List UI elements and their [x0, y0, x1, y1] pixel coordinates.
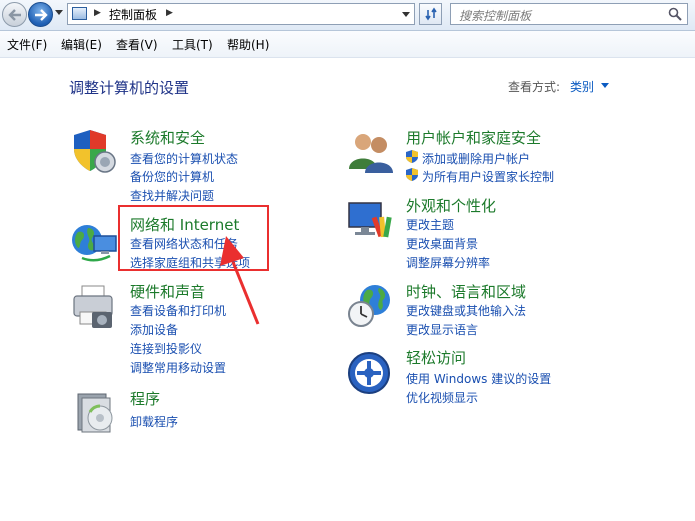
- link-add-device[interactable]: 添加设备: [130, 321, 178, 338]
- users-icon[interactable]: [347, 127, 395, 175]
- link-windows-recommended-settings[interactable]: 使用 Windows 建议的设置: [406, 370, 551, 387]
- link-uninstall-program[interactable]: 卸载程序: [130, 413, 178, 430]
- category-clock-language-title[interactable]: 时钟、语言和区域: [406, 281, 526, 302]
- link-parental-controls[interactable]: 为所有用户设置家长控制: [422, 168, 554, 185]
- view-by-dropdown[interactable]: 类别: [570, 78, 594, 95]
- monitor-palette-icon[interactable]: [347, 197, 395, 245]
- annotation-arrow-icon: [220, 236, 260, 325]
- uac-shield-icon: [406, 150, 418, 163]
- recent-pages-dropdown[interactable]: [55, 10, 63, 15]
- printer-icon[interactable]: [70, 282, 118, 330]
- link-troubleshoot[interactable]: 查找并解决问题: [130, 187, 214, 204]
- link-add-remove-users[interactable]: 添加或删除用户帐户: [422, 150, 530, 167]
- menu-view[interactable]: 查看(V): [116, 36, 158, 53]
- clock-globe-icon[interactable]: [347, 282, 395, 330]
- network-globe-icon[interactable]: [70, 218, 118, 266]
- breadcrumb-separator-icon[interactable]: ▶: [166, 8, 173, 18]
- category-ease-of-access-title[interactable]: 轻松访问: [406, 347, 466, 368]
- search-box[interactable]: 搜索控制面板: [450, 3, 688, 25]
- link-adjust-resolution[interactable]: 调整屏幕分辨率: [406, 254, 490, 271]
- address-dropdown-icon[interactable]: [402, 12, 410, 17]
- address-bar[interactable]: ▶ 控制面板 ▶: [67, 3, 415, 25]
- link-view-computer-status[interactable]: 查看您的计算机状态: [130, 150, 238, 167]
- forward-arrow-icon: [34, 8, 48, 21]
- menu-file[interactable]: 文件(F): [7, 36, 47, 53]
- shield-security-icon[interactable]: [70, 127, 118, 175]
- category-user-accounts-title[interactable]: 用户帐户和家庭安全: [406, 127, 541, 148]
- view-by-label: 查看方式:: [508, 80, 561, 94]
- navigation-bar: ▶ 控制面板 ▶ 搜索控制面板: [0, 0, 695, 31]
- menu-edit[interactable]: 编辑(E): [61, 36, 102, 53]
- link-change-desktop-background[interactable]: 更改桌面背景: [406, 235, 478, 252]
- refresh-icon: [424, 7, 437, 21]
- breadcrumb-separator-icon[interactable]: ▶: [94, 8, 101, 18]
- programs-disc-icon[interactable]: [70, 388, 118, 436]
- search-placeholder: 搜索控制面板: [459, 9, 532, 23]
- link-optimize-display[interactable]: 优化视频显示: [406, 389, 478, 406]
- category-programs-title[interactable]: 程序: [130, 388, 160, 409]
- link-backup-computer[interactable]: 备份您的计算机: [130, 168, 214, 185]
- forward-button[interactable]: [28, 2, 53, 27]
- category-hardware-sound-title[interactable]: 硬件和声音: [130, 281, 205, 302]
- link-mobility-settings[interactable]: 调整常用移动设置: [130, 359, 226, 376]
- menu-tools[interactable]: 工具(T): [172, 36, 213, 53]
- control-panel-icon: [72, 7, 87, 20]
- link-change-display-language[interactable]: 更改显示语言: [406, 321, 478, 338]
- link-change-theme[interactable]: 更改主题: [406, 216, 454, 233]
- category-system-security-title[interactable]: 系统和安全: [130, 127, 205, 148]
- back-arrow-icon: [7, 8, 21, 21]
- page-title: 调整计算机的设置: [69, 79, 190, 97]
- menu-help[interactable]: 帮助(H): [227, 36, 269, 53]
- breadcrumb-control-panel[interactable]: 控制面板: [109, 6, 157, 23]
- refresh-button[interactable]: [419, 3, 442, 25]
- category-appearance-title[interactable]: 外观和个性化: [406, 195, 496, 216]
- ease-of-access-icon[interactable]: [347, 349, 395, 397]
- back-button[interactable]: [2, 2, 27, 27]
- view-by-chevron-icon[interactable]: [601, 83, 609, 88]
- search-icon[interactable]: [668, 7, 682, 21]
- link-devices-printers[interactable]: 查看设备和打印机: [130, 302, 226, 319]
- uac-shield-icon: [406, 168, 418, 181]
- link-change-keyboard[interactable]: 更改键盘或其他输入法: [406, 302, 526, 319]
- menu-bar: 文件(F) 编辑(E) 查看(V) 工具(T) 帮助(H): [0, 31, 695, 58]
- link-connect-projector[interactable]: 连接到投影仪: [130, 340, 202, 357]
